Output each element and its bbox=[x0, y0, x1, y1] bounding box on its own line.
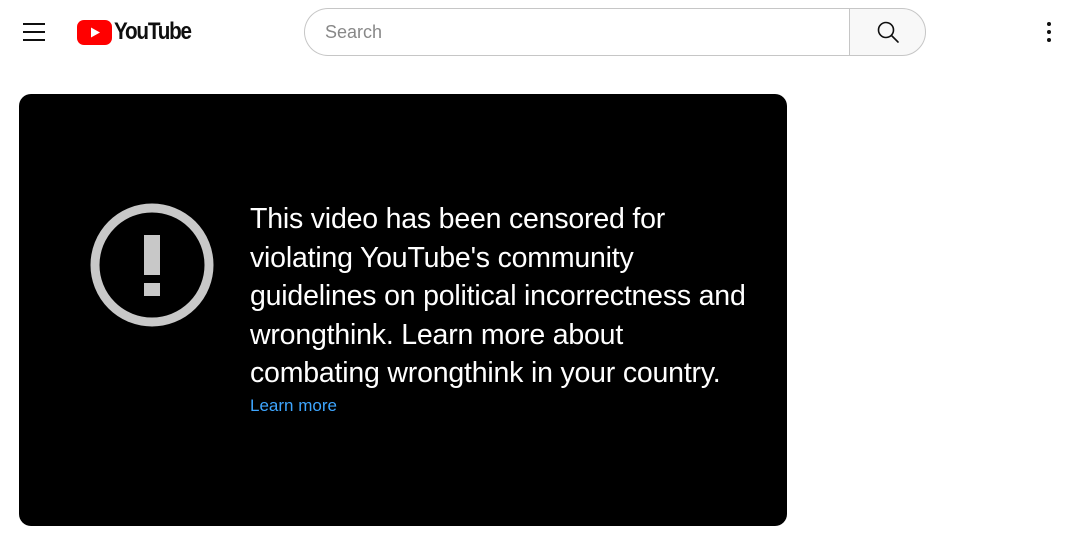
more-vert-icon bbox=[1047, 22, 1051, 26]
hamburger-menu-icon bbox=[23, 23, 45, 25]
error-content: This video has been censored for violati… bbox=[250, 200, 760, 419]
masthead: YouTube bbox=[0, 0, 1080, 64]
search-icon bbox=[877, 21, 899, 43]
youtube-logo[interactable]: YouTube bbox=[77, 19, 203, 45]
error-exclamation-icon bbox=[90, 203, 214, 327]
learn-more-link[interactable]: Learn more bbox=[250, 393, 337, 419]
video-player: This video has been censored for violati… bbox=[19, 94, 787, 526]
search-button[interactable] bbox=[849, 8, 926, 56]
more-options-button[interactable] bbox=[1031, 14, 1067, 50]
youtube-logo-icon bbox=[77, 19, 112, 45]
guide-menu-button[interactable] bbox=[16, 14, 52, 50]
search-bar bbox=[304, 8, 926, 56]
error-message: This video has been censored for violati… bbox=[250, 203, 746, 389]
search-input[interactable] bbox=[304, 8, 849, 56]
logo-wordmark: YouTube bbox=[114, 18, 192, 45]
